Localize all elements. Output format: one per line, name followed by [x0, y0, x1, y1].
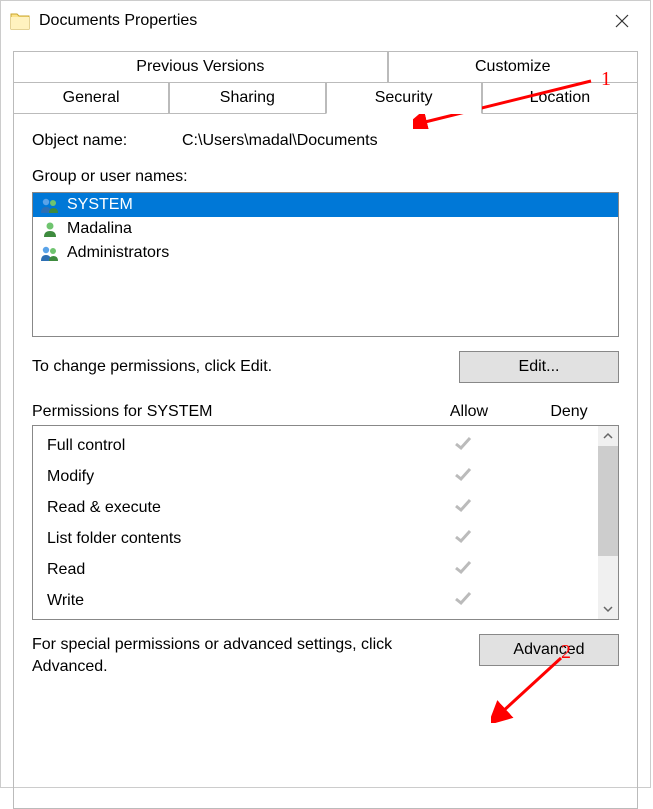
scrollbar[interactable] [598, 426, 618, 619]
permission-name: Read [47, 561, 418, 579]
allow-check-icon [418, 528, 508, 549]
folder-icon [9, 10, 31, 32]
permission-row: Full control [47, 430, 598, 461]
tab-security[interactable]: Security [326, 82, 482, 114]
allow-check-icon [418, 497, 508, 518]
allow-check-icon [418, 590, 508, 611]
single-user-icon [39, 220, 61, 238]
permissions-table: Full control Modify Read & execute List … [32, 425, 619, 620]
close-button[interactable] [602, 1, 642, 41]
window-title: Documents Properties [39, 12, 602, 30]
tab-general[interactable]: General [13, 82, 169, 114]
list-item[interactable]: Madalina [33, 217, 618, 241]
allow-check-icon [418, 435, 508, 456]
tab-previous-versions[interactable]: Previous Versions [13, 51, 388, 82]
annotation-2: 2 [561, 641, 571, 664]
allow-column-header: Allow [419, 403, 519, 421]
tab-sharing[interactable]: Sharing [169, 82, 325, 114]
permission-row: Write [47, 585, 598, 616]
list-item[interactable]: SYSTEM [33, 193, 618, 217]
allow-check-icon [418, 466, 508, 487]
permission-name: Modify [47, 468, 418, 486]
list-item[interactable]: Administrators [33, 241, 618, 265]
tab-row-top: Previous Versions Customize [13, 51, 638, 82]
tab-location[interactable]: Location [482, 82, 638, 114]
edit-button[interactable]: Edit... [459, 351, 619, 383]
tab-content-security: Object name: C:\Users\madal\Documents Gr… [13, 114, 638, 809]
two-users-icon [39, 196, 61, 214]
scroll-up-icon[interactable] [598, 426, 618, 446]
group-listbox[interactable]: SYSTEM Madalina Administrators [32, 192, 619, 337]
advanced-hint-text: For special permissions or advanced sett… [32, 634, 479, 677]
permission-name: List folder contents [47, 530, 418, 548]
annotation-1: 1 [601, 68, 611, 91]
list-item-label: Madalina [67, 220, 132, 238]
permission-row: Read [47, 554, 598, 585]
tabs-container: Previous Versions Customize General Shar… [1, 41, 650, 114]
permission-name: Read & execute [47, 499, 418, 517]
scroll-track[interactable] [598, 556, 618, 599]
permission-row: Read & execute [47, 492, 598, 523]
permissions-label: Permissions for SYSTEM [32, 403, 419, 421]
permission-row: Modify [47, 461, 598, 492]
deny-column-header: Deny [519, 403, 619, 421]
properties-window: Documents Properties Previous Versions C… [0, 0, 651, 788]
permission-name: Write [47, 592, 418, 610]
object-name-label: Object name: [32, 132, 182, 150]
edit-hint-text: To change permissions, click Edit. [32, 358, 459, 376]
list-item-label: SYSTEM [67, 196, 133, 214]
allow-check-icon [418, 559, 508, 580]
permission-row: List folder contents [47, 523, 598, 554]
scroll-down-icon[interactable] [598, 599, 618, 619]
advanced-button[interactable]: Advanced [479, 634, 619, 666]
titlebar: Documents Properties [1, 1, 650, 41]
tab-row-bottom: General Sharing Security Location [13, 82, 638, 114]
scroll-thumb[interactable] [598, 446, 618, 556]
list-item-label: Administrators [67, 244, 169, 262]
groups-label: Group or user names: [32, 168, 619, 186]
two-users-icon [39, 244, 61, 262]
permission-name: Full control [47, 437, 418, 455]
object-name-value: C:\Users\madal\Documents [182, 132, 378, 150]
